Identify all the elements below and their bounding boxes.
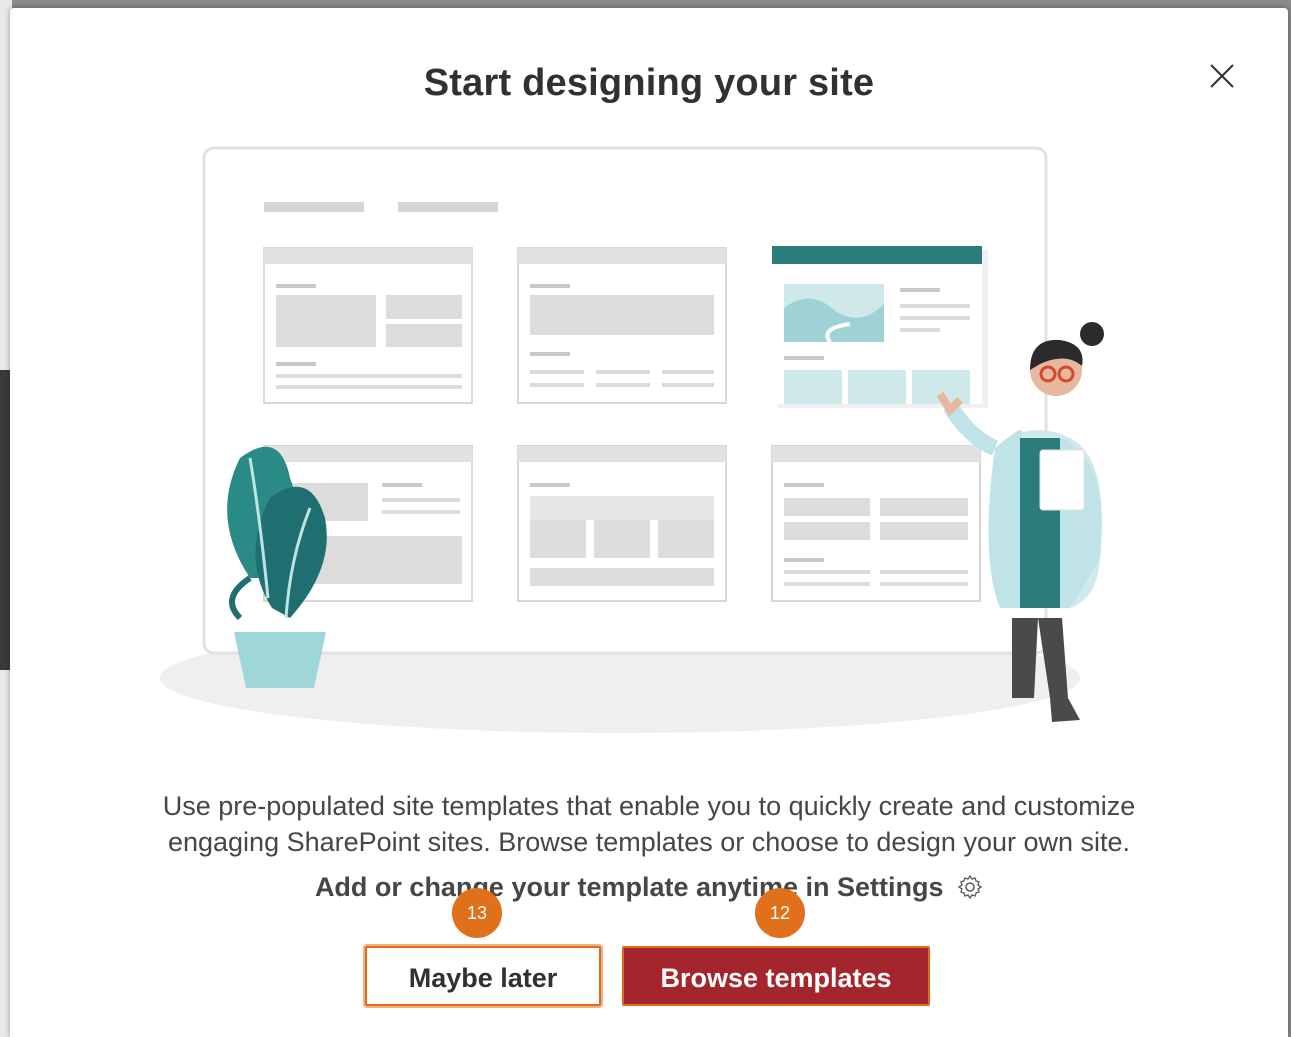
description-line-1: Use pre-populated site templates that en… [162,791,1136,821]
step-badge-browse-templates: 12 [755,888,805,938]
close-icon[interactable] [1206,60,1238,92]
dialog-title: Start designing your site [423,62,875,104]
step-badge-maybe-later: 13 [452,888,502,938]
dialog-description: Use pre-populated site templates that en… [10,788,1288,860]
start-designing-dialog: Start designing your site Use pre-popula… [10,8,1288,1037]
browse-templates-button[interactable]: Browse templates [622,946,930,1006]
site-templates-illustration [150,138,1150,738]
settings-hint: Add or change your template anytime in S… [10,872,1288,903]
description-line-2: engaging SharePoint sites. Browse templa… [167,827,1131,857]
gear-icon [957,874,983,900]
settings-hint-text: Add or change your template anytime in S… [314,872,944,902]
maybe-later-button[interactable]: Maybe later [363,944,603,1008]
